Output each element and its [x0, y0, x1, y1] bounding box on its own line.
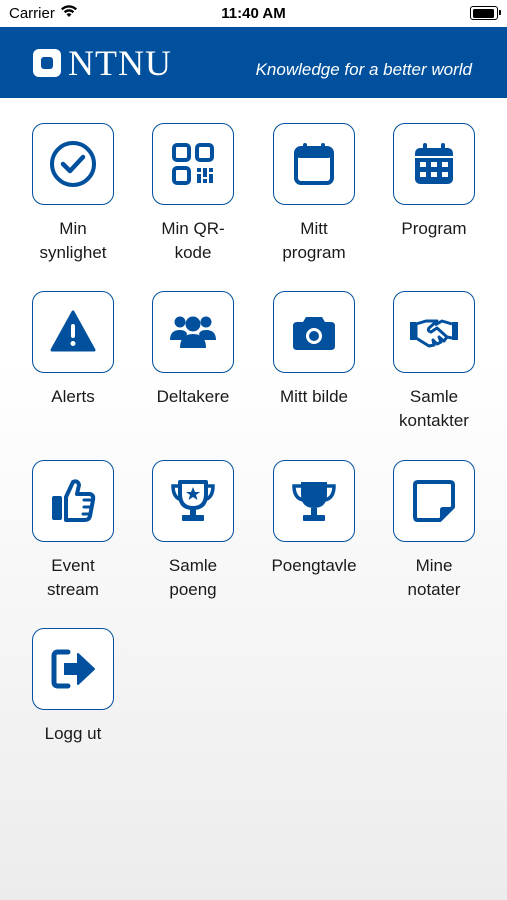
camera-icon	[293, 317, 335, 350]
tile-button[interactable]	[393, 123, 475, 205]
tile-label: Deltakere	[156, 387, 230, 406]
tile-samle-poeng[interactable]: Samle poeng	[133, 460, 253, 602]
tile-label: Mine notater	[407, 556, 461, 599]
calendar-grid-icon	[415, 143, 453, 184]
logout-icon	[51, 649, 95, 689]
sticky-note-icon	[413, 480, 455, 522]
tile-label: Samle poeng	[168, 556, 218, 599]
tile-label: Event stream	[47, 556, 99, 599]
qr-code-icon	[172, 143, 214, 185]
tile-button[interactable]	[32, 123, 114, 205]
tile-label: Program	[401, 219, 467, 238]
tile-button[interactable]	[393, 460, 475, 542]
thumbs-up-icon	[52, 479, 96, 522]
clock: 11:40 AM	[221, 5, 286, 22]
tile-button[interactable]	[152, 123, 234, 205]
check-circle-icon	[50, 141, 96, 187]
tile-label: Poengtavle	[271, 556, 357, 575]
tile-button[interactable]	[152, 291, 234, 373]
tile-label: Logg ut	[44, 724, 102, 743]
logo-text: NTNU	[68, 43, 172, 83]
tile-min-qr-kode[interactable]: Min QR- kode	[133, 123, 253, 265]
tile-label: Mitt program	[282, 219, 346, 262]
tile-label: Mitt bilde	[279, 387, 349, 406]
tile-label: Alerts	[51, 387, 95, 406]
handshake-icon	[410, 319, 458, 348]
tile-event-stream[interactable]: Event stream	[13, 460, 133, 602]
app-header: NTNU Knowledge for a better world	[0, 27, 507, 98]
battery-icon	[470, 6, 501, 20]
warning-icon	[50, 310, 96, 352]
tagline: Knowledge for a better world	[255, 60, 472, 79]
tile-button[interactable]	[152, 460, 234, 542]
status-bar: Carrier 11:40 AM	[0, 0, 507, 27]
users-icon	[170, 316, 216, 348]
tile-button[interactable]	[32, 291, 114, 373]
tile-button[interactable]	[273, 123, 355, 205]
tile-label: Samle kontakter	[399, 387, 469, 430]
tile-poengtavle[interactable]: Poengtavle	[254, 460, 374, 578]
tile-button[interactable]	[32, 628, 114, 710]
ntnu-logo-icon	[33, 49, 61, 77]
tile-program[interactable]: Program	[374, 123, 494, 241]
tile-min-synlighet[interactable]: Min synlighet	[13, 123, 133, 265]
tile-alerts[interactable]: Alerts	[13, 291, 133, 409]
star-trophy-icon	[171, 480, 215, 521]
tile-samle-kontakter[interactable]: Samle kontakter	[374, 291, 494, 433]
tile-button[interactable]	[32, 460, 114, 542]
tile-mitt-program[interactable]: Mitt program	[254, 123, 374, 265]
tile-button[interactable]	[273, 460, 355, 542]
tile-mitt-bilde[interactable]: Mitt bilde	[254, 291, 374, 409]
tile-logg-ut[interactable]: Logg ut	[13, 628, 133, 746]
calendar-icon	[294, 143, 334, 185]
tile-label: Min QR- kode	[161, 219, 225, 262]
tile-deltakere[interactable]: Deltakere	[133, 291, 253, 409]
trophy-icon	[292, 482, 336, 521]
tile-label: Min synlighet	[39, 219, 107, 262]
tile-button[interactable]	[393, 291, 475, 373]
tile-button[interactable]	[273, 291, 355, 373]
tile-mine-notater[interactable]: Mine notater	[374, 460, 494, 602]
